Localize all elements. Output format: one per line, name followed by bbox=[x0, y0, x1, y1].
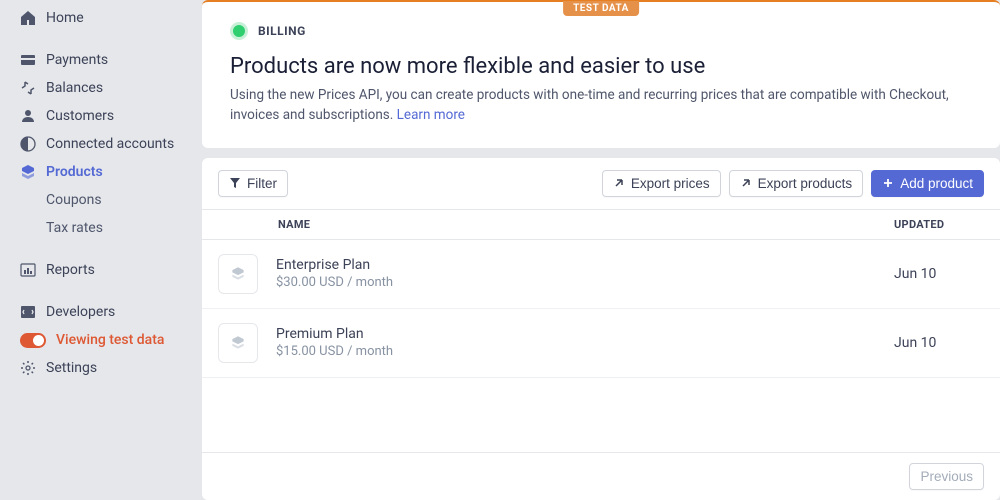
banner-title: Products are now more flexible and easie… bbox=[230, 54, 972, 79]
sidebar: Home Payments Balances Customers Connect… bbox=[0, 0, 200, 500]
sidebar-label: Home bbox=[46, 10, 84, 26]
banner-tag: BILLING bbox=[230, 22, 972, 40]
sidebar-item-customers[interactable]: Customers bbox=[0, 102, 200, 130]
table-row[interactable]: Premium Plan $15.00 USD / month Jun 10 bbox=[202, 309, 1000, 378]
export-prices-label: Export prices bbox=[631, 176, 710, 191]
sidebar-item-test-toggle[interactable]: Viewing test data bbox=[0, 326, 200, 354]
add-product-label: Add product bbox=[900, 176, 973, 191]
export-prices-button[interactable]: Export prices bbox=[602, 170, 721, 197]
export-icon bbox=[740, 177, 752, 189]
product-icon bbox=[218, 323, 258, 363]
previous-label: Previous bbox=[920, 469, 973, 484]
sidebar-item-developers[interactable]: Developers bbox=[0, 298, 200, 326]
sidebar-item-products[interactable]: Products bbox=[0, 158, 200, 186]
export-products-label: Export products bbox=[758, 176, 853, 191]
export-icon bbox=[613, 177, 625, 189]
product-updated: Jun 10 bbox=[894, 266, 984, 282]
product-name: Enterprise Plan bbox=[276, 257, 876, 273]
filter-button[interactable]: Filter bbox=[218, 170, 288, 197]
customers-icon bbox=[20, 108, 36, 124]
filter-icon bbox=[229, 177, 241, 189]
table-header: NAME UPDATED bbox=[202, 209, 1000, 240]
sidebar-label: Developers bbox=[46, 304, 115, 320]
banner-tag-text: BILLING bbox=[258, 24, 306, 38]
filter-label: Filter bbox=[247, 176, 277, 191]
sidebar-label: Connected accounts bbox=[46, 136, 174, 152]
table-footer: Previous bbox=[202, 452, 1000, 500]
previous-button[interactable]: Previous bbox=[909, 463, 984, 490]
panel: Filter Export prices Export products Add… bbox=[202, 158, 1000, 500]
sidebar-label: Payments bbox=[46, 52, 108, 68]
sidebar-item-home[interactable]: Home bbox=[0, 4, 200, 32]
sidebar-item-settings[interactable]: Settings bbox=[0, 354, 200, 382]
home-icon bbox=[20, 10, 36, 26]
column-updated: UPDATED bbox=[894, 218, 984, 231]
balances-icon bbox=[20, 80, 36, 96]
toolbar: Filter Export prices Export products Add… bbox=[202, 158, 1000, 209]
sidebar-item-coupons[interactable]: Coupons bbox=[0, 186, 200, 214]
sidebar-item-payments[interactable]: Payments bbox=[0, 46, 200, 74]
connected-icon bbox=[20, 136, 36, 152]
sidebar-label: Settings bbox=[46, 360, 97, 376]
row-main: Enterprise Plan $30.00 USD / month bbox=[276, 257, 876, 290]
sidebar-item-taxrates[interactable]: Tax rates bbox=[0, 214, 200, 242]
product-price: $15.00 USD / month bbox=[276, 344, 876, 359]
sidebar-label: Customers bbox=[46, 108, 114, 124]
row-main: Premium Plan $15.00 USD / month bbox=[276, 326, 876, 359]
main: TEST DATA BILLING Products are now more … bbox=[200, 0, 1000, 500]
toggle-icon[interactable] bbox=[20, 333, 46, 348]
learn-more-link[interactable]: Learn more bbox=[397, 107, 465, 123]
sidebar-label: Tax rates bbox=[46, 220, 103, 236]
sidebar-label: Balances bbox=[46, 80, 103, 96]
column-name: NAME bbox=[278, 218, 894, 231]
product-icon bbox=[218, 254, 258, 294]
sidebar-label: Coupons bbox=[46, 192, 102, 208]
sidebar-item-connected[interactable]: Connected accounts bbox=[0, 130, 200, 158]
plus-icon bbox=[882, 177, 894, 189]
banner-body: Using the new Prices API, you can create… bbox=[230, 85, 972, 126]
export-products-button[interactable]: Export products bbox=[729, 170, 864, 197]
product-name: Premium Plan bbox=[276, 326, 876, 342]
sidebar-label: Reports bbox=[46, 262, 95, 278]
settings-icon bbox=[20, 360, 36, 376]
add-product-button[interactable]: Add product bbox=[871, 170, 984, 197]
sidebar-item-reports[interactable]: Reports bbox=[0, 256, 200, 284]
sidebar-label: Products bbox=[46, 164, 103, 180]
sidebar-item-balances[interactable]: Balances bbox=[0, 74, 200, 102]
product-updated: Jun 10 bbox=[894, 335, 984, 351]
test-data-badge: TEST DATA bbox=[563, 1, 639, 16]
product-price: $30.00 USD / month bbox=[276, 275, 876, 290]
banner: TEST DATA BILLING Products are now more … bbox=[202, 0, 1000, 148]
table-row[interactable]: Enterprise Plan $30.00 USD / month Jun 1… bbox=[202, 240, 1000, 309]
developers-icon bbox=[20, 304, 36, 320]
payments-icon bbox=[20, 52, 36, 68]
billing-dot-icon bbox=[230, 22, 248, 40]
sidebar-label: Viewing test data bbox=[56, 332, 164, 348]
reports-icon bbox=[20, 262, 36, 278]
banner-body-text: Using the new Prices API, you can create… bbox=[230, 87, 949, 123]
products-icon bbox=[20, 164, 36, 180]
